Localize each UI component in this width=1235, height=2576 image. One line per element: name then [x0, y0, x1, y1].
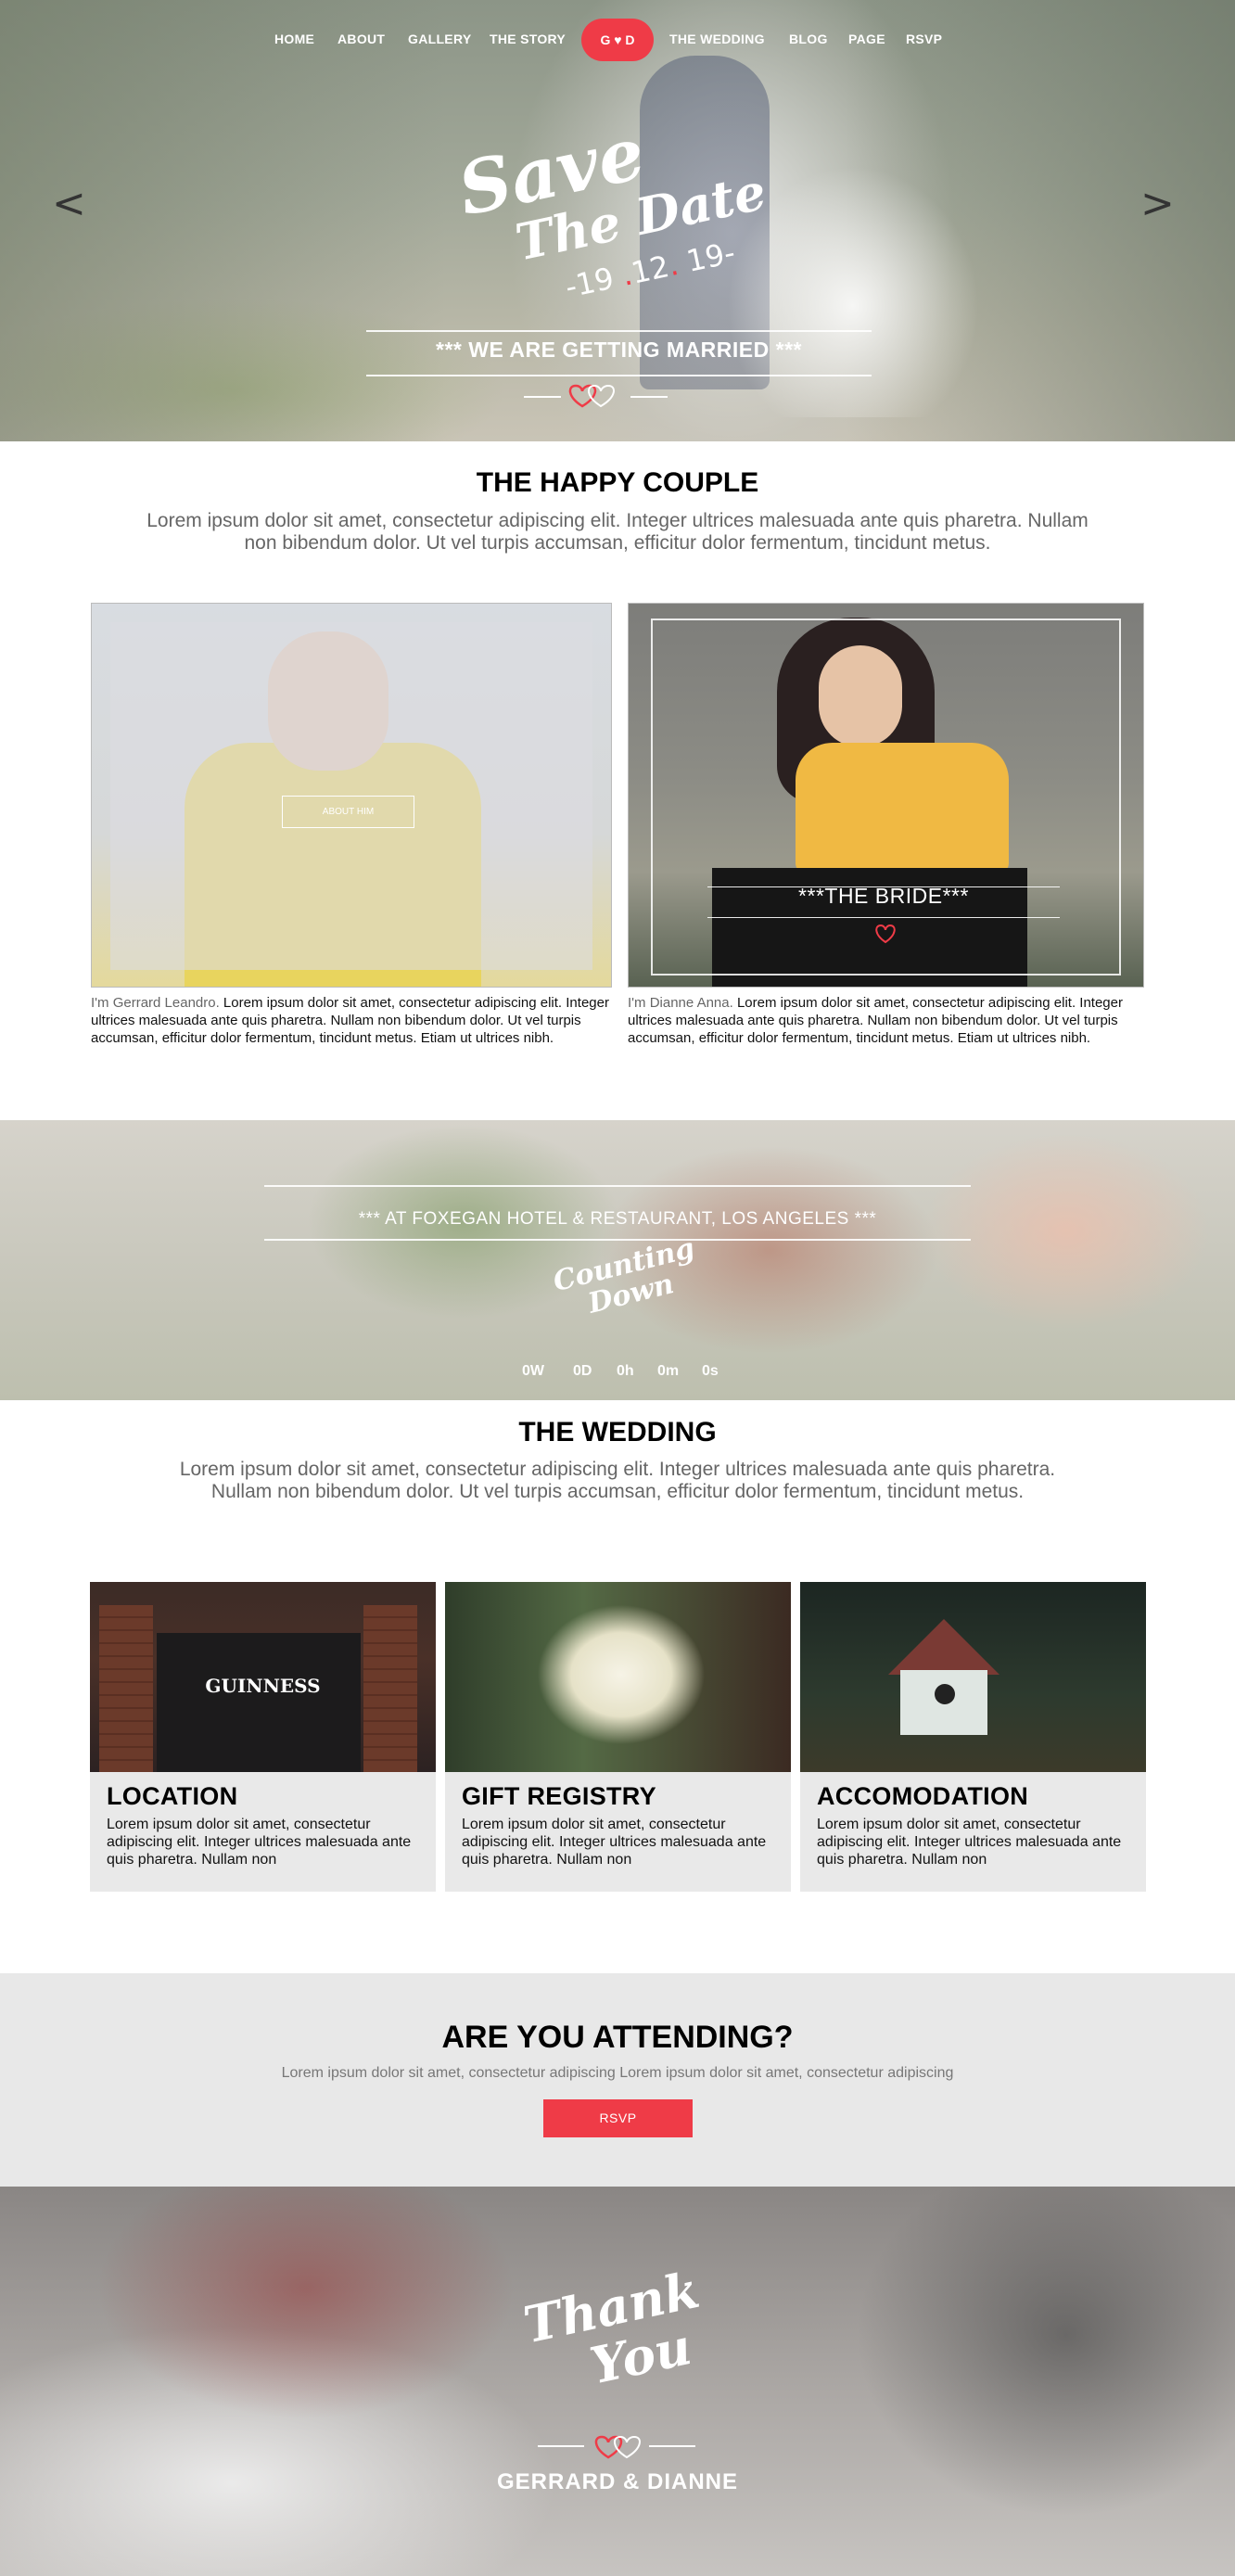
couple-names: GERRARD & DIANNE	[496, 2469, 738, 2494]
bride-intro: I'm Dianne Anna.	[628, 995, 733, 1011]
thank-you-section: Thank You GERRARD & DIANNE	[0, 2187, 1235, 2576]
counting-down-script: Counting Down	[530, 1229, 731, 1355]
attending-title: ARE YOU ATTENDING?	[441, 2020, 794, 2055]
nav-the-wedding[interactable]: THE WEDDING	[669, 32, 765, 46]
nav-gallery[interactable]: GALLERY	[408, 32, 471, 46]
countdown-days: 0D	[573, 1363, 592, 1379]
hero-subtitle: *** WE ARE GETTING MARRIED ***	[436, 338, 802, 362]
hero-rule-bottom	[366, 375, 872, 376]
heart-icon	[568, 384, 597, 408]
countdown-rule-top	[264, 1185, 971, 1187]
groom-photo: ABOUT HIM	[91, 603, 612, 988]
bride-photo: ***THE BRIDE***	[628, 603, 1144, 988]
about-him-button[interactable]: ABOUT HIM	[282, 796, 414, 828]
birdhouse-image	[800, 1582, 1146, 1772]
countdown-section: *** AT FOXEGAN HOTEL & RESTAURANT, LOS A…	[0, 1120, 1235, 1400]
gate	[157, 1633, 361, 1772]
couple-title: THE HAPPY COUPLE	[476, 467, 759, 498]
logo-badge[interactable]: G ♥ D	[581, 19, 654, 61]
bride-bio: I'm Dianne Anna. Lorem ipsum dolor sit a…	[628, 994, 1152, 1047]
wedding-lead-text: Lorem ipsum dolor sit amet, consectetur …	[179, 1459, 1056, 1502]
slider-next-arrow-icon[interactable]: >	[1140, 184, 1175, 224]
location-card[interactable]: GUINNESS LOCATION Lorem ipsum dolor sit …	[90, 1582, 436, 1892]
guinness-sign: GUINNESS	[205, 1675, 321, 1697]
nav-blog[interactable]: BLOG	[789, 32, 828, 46]
card-title: GIFT REGISTRY	[462, 1782, 656, 1810]
date-day: 19	[572, 260, 618, 303]
couple-lead-text: Lorem ipsum dolor sit amet, consectetur …	[146, 510, 1089, 554]
nav-rsvp[interactable]: RSVP	[906, 32, 942, 46]
bride-label: ***THE BRIDE***	[798, 884, 969, 908]
card-text: Lorem ipsum dolor sit amet, consectetur …	[107, 1817, 412, 1868]
countdown-weeks: 0W	[522, 1363, 544, 1379]
white-rose-image	[445, 1582, 791, 1772]
countdown-seconds: 0s	[702, 1363, 719, 1379]
hero-section: HOME ABOUT GALLERY THE STORY G ♥ D THE W…	[0, 0, 1235, 441]
card-text: Lorem ipsum dolor sit amet, consectetur …	[462, 1817, 767, 1868]
card-title: LOCATION	[107, 1782, 238, 1810]
main-nav: HOME ABOUT GALLERY THE STORY G ♥ D THE W…	[0, 19, 1235, 61]
countdown-rule-bottom	[264, 1239, 971, 1241]
location-image: GUINNESS	[90, 1582, 436, 1772]
thank-you-script: Thank You	[488, 2256, 755, 2452]
nav-home[interactable]: HOME	[274, 32, 314, 46]
hero-rule-top	[366, 330, 872, 332]
hero-hearts-divider	[524, 384, 668, 408]
attending-text: Lorem ipsum dolor sit amet, consectetur …	[281, 2065, 954, 2081]
countdown-minutes: 0m	[657, 1363, 680, 1379]
wedding-title: THE WEDDING	[518, 1417, 717, 1447]
heart-icon	[594, 2435, 623, 2459]
date-year: 19	[683, 236, 728, 280]
rsvp-button[interactable]: RSVP	[543, 2099, 693, 2137]
nav-page[interactable]: PAGE	[848, 32, 885, 46]
card-title: ACCOMODATION	[817, 1782, 1029, 1810]
groom-bio: I'm Gerrard Leandro. Lorem ipsum dolor s…	[91, 994, 615, 1047]
venue-text: *** AT FOXEGAN HOTEL & RESTAURANT, LOS A…	[358, 1209, 877, 1229]
heart-icon	[875, 924, 896, 944]
thanks-hearts-divider	[538, 2435, 695, 2459]
accomodation-card[interactable]: ACCOMODATION Lorem ipsum dolor sit amet,…	[800, 1582, 1146, 1892]
gift-registry-card[interactable]: GIFT REGISTRY Lorem ipsum dolor sit amet…	[445, 1582, 791, 1892]
birdhouse-door	[935, 1684, 955, 1704]
birdhouse-roof	[888, 1619, 999, 1675]
bride-rule-bottom	[707, 917, 1060, 918]
groom-intro: I'm Gerrard Leandro.	[91, 995, 220, 1011]
rsvp-section: ARE YOU ATTENDING? Lorem ipsum dolor sit…	[0, 1973, 1235, 2187]
nav-about[interactable]: ABOUT	[337, 32, 385, 46]
nav-the-story[interactable]: THE STORY	[490, 32, 566, 46]
slider-prev-arrow-icon[interactable]: <	[52, 184, 86, 224]
countdown-hours: 0h	[617, 1363, 634, 1379]
card-text: Lorem ipsum dolor sit amet, consectetur …	[817, 1817, 1122, 1868]
